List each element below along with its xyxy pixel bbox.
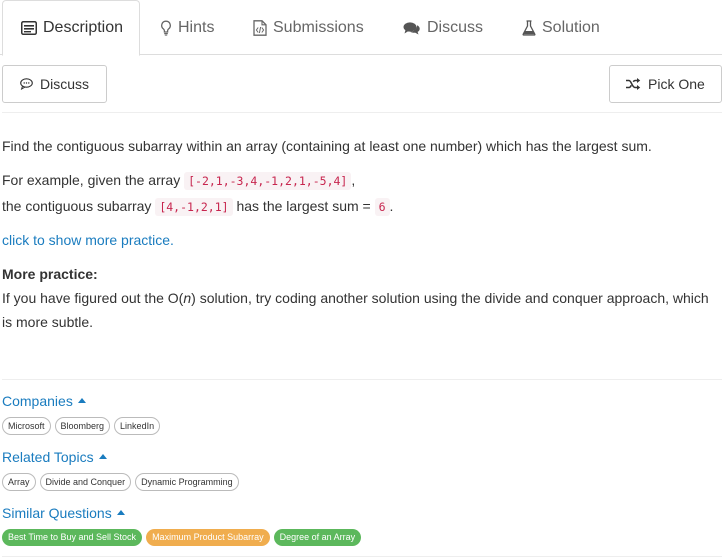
result-suffix: . [389,198,394,214]
shuffle-icon [625,78,641,90]
companies-toggle[interactable]: Companies [2,393,86,409]
similar-question-tag[interactable]: Degree of an Array [273,529,362,546]
tab-label: Discuss [427,18,484,36]
more-practice-text-line2: is more subtle. [2,314,94,330]
tab-label: Description [43,19,124,36]
related-topics-tags: Array Divide and Conquer Dynamic Program… [2,473,239,491]
similar-question-tag[interactable]: Maximum Product Subarray [146,529,270,546]
example-line: For example, given the array [-2,1,-3,4,… [2,172,356,190]
company-tag[interactable]: Bloomberg [54,417,111,435]
discuss-button-label: Discuss [40,76,90,92]
result-array: [4,-1,2,1] [155,198,233,216]
company-tag[interactable]: Microsoft [2,417,51,435]
more-practice-text-b: ) solution, try coding another solution … [191,290,709,306]
result-prefix: the contiguous subarray [2,198,156,214]
tab-solution[interactable]: Solution [522,0,600,55]
caret-up-icon [98,454,107,459]
related-topics-toggle[interactable]: Related Topics [2,449,107,465]
tab-bar: Description Hints Submissions Discuss So… [0,0,722,56]
more-practice-heading: More practice: [2,266,98,282]
divider [2,556,722,557]
tab-label: Hints [178,18,215,36]
tab-label: Submissions [273,18,364,36]
caret-up-icon [116,510,125,515]
tab-description[interactable]: Description [2,0,140,56]
tab-label: Solution [542,18,600,36]
caret-up-icon [77,398,86,403]
topic-tag[interactable]: Array [2,473,36,491]
more-practice-text: If you have figured out the O(n) solutio… [2,290,709,306]
topic-tag[interactable]: Dynamic Programming [135,473,239,491]
more-practice-text-n: n [183,290,192,306]
flask-icon [522,19,536,36]
comment-icon [20,78,33,90]
divider [2,379,722,380]
similar-question-tag[interactable]: Best Time to Buy and Sell Stock [2,529,143,546]
company-tag[interactable]: LinkedIn [114,417,161,435]
description-icon [21,21,37,35]
comments-icon [403,21,421,35]
discuss-button[interactable]: Discuss [2,65,107,103]
similar-questions-title: Similar Questions [2,505,112,521]
more-practice-text-a: If you have figured out the O( [2,290,184,306]
tab-submissions[interactable]: Submissions [253,0,364,55]
similar-questions-tags: Best Time to Buy and Sell Stock Maximum … [2,529,362,546]
pick-one-button-label: Pick One [648,76,705,92]
companies-title: Companies [2,393,73,409]
tab-discuss[interactable]: Discuss [403,0,483,55]
divider [2,112,722,113]
similar-questions-toggle[interactable]: Similar Questions [2,505,125,521]
example-array: [-2,1,-3,4,-1,2,1,-5,4] [184,172,352,190]
tab-hints[interactable]: Hints [160,0,214,55]
topic-tag[interactable]: Divide and Conquer [39,473,132,491]
show-more-practice-link[interactable]: click to show more practice. [2,232,174,248]
result-middle: has the largest sum = [232,198,375,214]
example-suffix: , [351,172,356,188]
result-value: 6 [374,198,390,216]
code-file-icon [253,19,267,36]
result-line: the contiguous subarray [4,-1,2,1] has t… [2,198,394,216]
problem-statement: Find the contiguous subarray within an a… [2,138,652,154]
bulb-icon [160,20,172,36]
example-prefix: For example, given the array [2,172,185,188]
pick-one-button[interactable]: Pick One [609,65,722,103]
related-topics-title: Related Topics [2,449,94,465]
companies-tags: Microsoft Bloomberg LinkedIn [2,417,161,435]
